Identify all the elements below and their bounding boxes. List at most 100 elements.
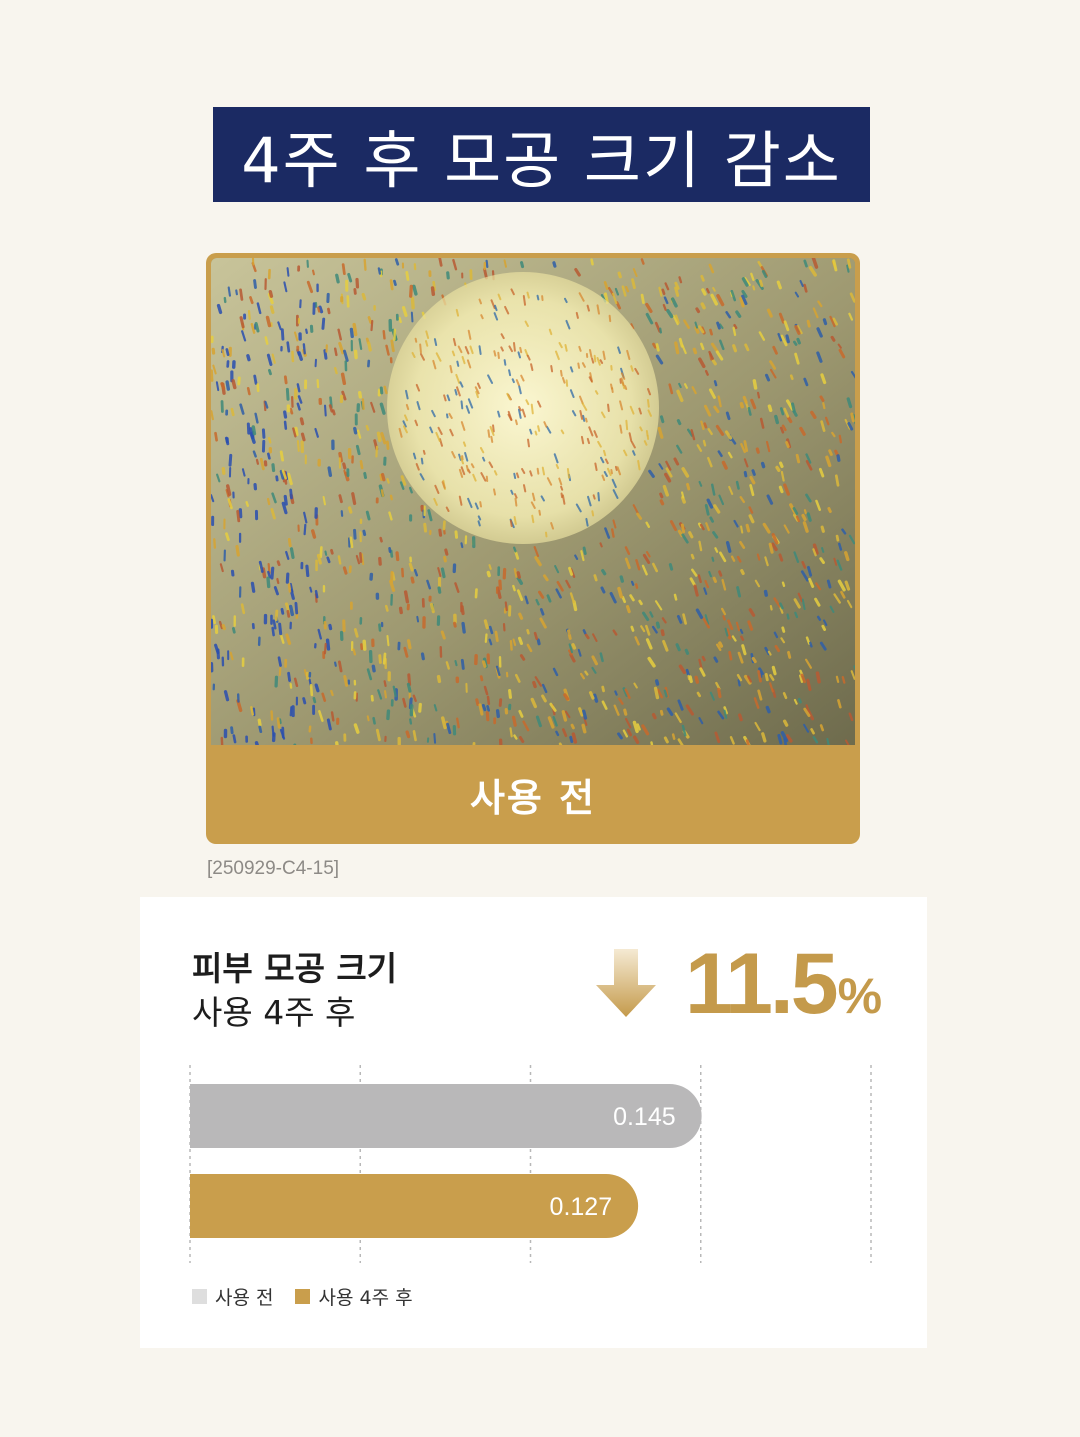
pore-mark	[582, 629, 587, 635]
pore-mark	[443, 555, 447, 563]
pore-mark	[696, 691, 701, 698]
pore-mark	[462, 441, 467, 447]
pore-mark	[567, 629, 572, 640]
pore-mark	[590, 258, 594, 266]
pore-mark	[455, 308, 460, 317]
pore-mark	[778, 553, 784, 562]
pore-mark	[536, 294, 540, 301]
pore-mark	[563, 693, 570, 701]
pore-mark	[231, 627, 236, 634]
pore-mark	[485, 259, 489, 268]
pore-mark	[718, 641, 724, 648]
pore-mark	[349, 327, 354, 339]
pore-mark	[257, 718, 262, 727]
pore-mark	[745, 523, 751, 533]
pore-mark	[424, 340, 429, 347]
pore-mark	[249, 296, 254, 305]
pore-mark	[438, 528, 443, 537]
pore-mark	[370, 319, 374, 332]
pore-mark	[409, 718, 413, 725]
pore-mark	[278, 622, 283, 636]
pore-mark	[482, 660, 487, 668]
pore-mark	[378, 654, 382, 664]
pore-mark	[718, 570, 723, 577]
pore-mark	[504, 601, 508, 612]
pore-mark	[251, 425, 257, 436]
pore-mark	[803, 259, 808, 268]
pore-mark	[221, 623, 226, 631]
pore-mark	[456, 717, 460, 729]
pore-mark	[600, 586, 606, 594]
pore-mark	[578, 345, 582, 352]
pore-mark	[512, 584, 516, 592]
pore-mark	[408, 562, 414, 572]
pore-mark	[717, 687, 722, 699]
pore-mark	[267, 570, 271, 579]
pore-mark	[594, 462, 598, 472]
pore-mark	[714, 547, 719, 553]
pore-mark	[338, 494, 343, 504]
pore-mark	[776, 280, 782, 290]
pore-mark	[479, 501, 483, 508]
pore-mark	[778, 461, 784, 469]
pore-mark	[599, 542, 603, 548]
pore-mark	[503, 359, 507, 366]
pore-mark	[552, 261, 557, 268]
pore-mark	[599, 359, 604, 365]
pore-mark	[635, 583, 639, 589]
pore-mark	[732, 344, 738, 353]
pore-mark	[389, 494, 393, 501]
pore-mark	[349, 536, 354, 549]
pore-mark	[779, 426, 785, 434]
pore-mark	[289, 706, 293, 717]
pore-mark	[768, 542, 774, 554]
pore-mark	[522, 484, 527, 493]
pore-mark	[846, 258, 852, 269]
pore-mark	[797, 697, 802, 704]
pore-mark	[532, 680, 537, 689]
pore-mark	[519, 261, 525, 269]
pore-mark	[614, 465, 618, 471]
pore-mark	[485, 711, 490, 722]
pore-mark	[355, 444, 361, 456]
pore-mark	[386, 478, 390, 484]
pore-mark	[588, 691, 595, 700]
pore-mark	[362, 639, 367, 651]
pore-mark	[211, 410, 214, 421]
pore-mark	[602, 350, 606, 361]
pore-mark	[211, 369, 214, 382]
pore-mark	[337, 555, 342, 565]
pore-mark	[300, 432, 306, 442]
pore-mark	[830, 335, 836, 342]
pore-mark	[288, 604, 295, 617]
pore-mark	[225, 484, 232, 496]
pore-mark	[721, 460, 728, 470]
pore-mark	[440, 716, 447, 730]
pore-mark	[280, 328, 285, 341]
pore-mark	[747, 407, 752, 416]
pore-mark	[410, 311, 414, 323]
photo-caption: 사용 전	[469, 776, 597, 820]
pore-mark	[225, 380, 231, 391]
pore-mark	[478, 703, 484, 716]
pore-mark	[228, 453, 233, 467]
pore-mark	[571, 732, 578, 744]
pore-mark	[700, 274, 705, 282]
bar-label-after: 0.127	[550, 1193, 613, 1221]
pore-mark	[608, 314, 612, 323]
pore-mark	[270, 566, 275, 580]
pore-mark	[593, 354, 597, 363]
pore-mark	[828, 449, 833, 456]
pore-mark	[791, 402, 796, 413]
pore-mark	[452, 338, 457, 347]
pore-mark	[317, 306, 321, 313]
pore-mark	[372, 716, 376, 725]
pore-mark	[756, 553, 761, 561]
legend-swatch-before	[192, 1289, 207, 1304]
pore-mark	[299, 417, 305, 426]
pore-mark	[688, 675, 693, 684]
pore-mark	[232, 734, 237, 744]
pore-mark	[836, 454, 841, 462]
pore-mark	[518, 736, 525, 743]
pore-mark	[756, 391, 761, 399]
